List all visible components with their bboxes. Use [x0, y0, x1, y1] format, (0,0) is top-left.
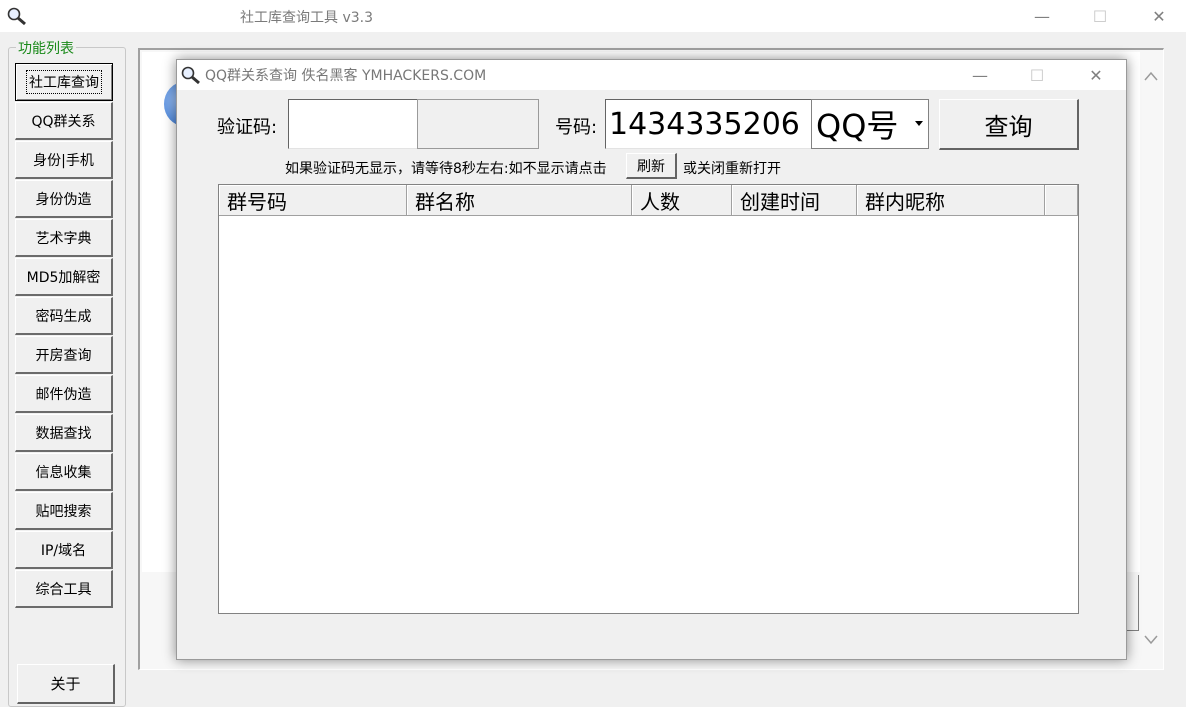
table-header: 群号码 群名称 人数 创建时间 群内昵称 [219, 185, 1078, 216]
dialog-close-button[interactable]: ✕ [1073, 60, 1119, 90]
sidebar-item-qq-group[interactable]: QQ群关系 [15, 102, 113, 140]
sidebar-item-ip-domain[interactable]: IP/域名 [15, 531, 113, 569]
column-header-filler [1045, 185, 1078, 215]
dialog-title: QQ群关系查询 佚名黑客 YMHACKERS.COM [205, 68, 487, 84]
sidebar-item-info-collect[interactable]: 信息收集 [15, 453, 113, 491]
number-input[interactable]: 1434335206 [605, 99, 812, 149]
captcha-input[interactable] [288, 99, 418, 149]
sidebar-item-data-search[interactable]: 数据查找 [15, 414, 113, 452]
column-header-group-name[interactable]: 群名称 [407, 185, 632, 215]
dialog-magnifier-icon [180, 65, 202, 85]
sidebar-item-label: 密码生成 [35, 308, 92, 325]
sidebar-item-label: 身份伪造 [35, 191, 92, 208]
sidebar-item-label: 贴吧搜索 [35, 503, 92, 520]
about-button[interactable]: 关于 [17, 664, 115, 704]
sidebar-item-label: 数据查找 [35, 425, 92, 442]
column-header-group-number[interactable]: 群号码 [219, 185, 407, 215]
main-window-title: 社工库查询工具 v3.3 [240, 10, 373, 26]
results-table[interactable] [218, 184, 1079, 614]
function-group-label: 功能列表 [16, 38, 76, 58]
sidebar-item-tieba-search[interactable]: 贴吧搜索 [15, 492, 113, 530]
dialog-maximize-button[interactable]: ☐ [1014, 60, 1060, 90]
sidebar-item-art-dict[interactable]: 艺术字典 [15, 219, 113, 257]
column-header-member-count[interactable]: 人数 [632, 185, 732, 215]
main-maximize-button[interactable]: ☐ [1077, 1, 1123, 31]
number-label: 号码: [555, 117, 598, 138]
scroll-up-icon[interactable] [1141, 66, 1161, 86]
chevron-down-icon[interactable] [910, 100, 928, 148]
captcha-label: 验证码: [217, 117, 278, 138]
sidebar-item-password-gen[interactable]: 密码生成 [15, 297, 113, 335]
sidebar-item-label: 身份|手机 [33, 152, 94, 169]
number-type-select[interactable]: QQ号 [811, 99, 929, 149]
sidebar-item-label: 综合工具 [35, 581, 92, 598]
panel-edge [1127, 575, 1139, 631]
sidebar-item-id-phone[interactable]: 身份|手机 [15, 141, 113, 179]
main-minimize-button[interactable]: — [1019, 1, 1065, 31]
column-header-group-nickname[interactable]: 群内昵称 [857, 185, 1045, 215]
sidebar-item-label: 信息收集 [35, 464, 92, 481]
sidebar-item-label: 邮件伪造 [35, 386, 92, 403]
dialog-minimize-button[interactable]: — [957, 60, 1003, 90]
sidebar-item-label: MD5加解密 [26, 269, 101, 286]
sidebar-item-label: 开房查询 [35, 347, 92, 364]
sidebar-item-id-forge[interactable]: 身份伪造 [15, 180, 113, 218]
scroll-down-icon[interactable] [1141, 630, 1161, 650]
query-button[interactable]: 查询 [939, 99, 1079, 150]
reopen-hint-text: 或关闭重新打开 [683, 161, 781, 177]
sidebar-item-label: IP/域名 [40, 542, 87, 559]
number-type-value: QQ号 [816, 107, 899, 145]
column-header-created-time[interactable]: 创建时间 [732, 185, 857, 215]
sidebar-item-sgk-query[interactable]: 社工库查询 [15, 63, 113, 101]
captcha-image [417, 99, 539, 149]
sidebar-item-md5[interactable]: MD5加解密 [15, 258, 113, 296]
sidebar-item-room-query[interactable]: 开房查询 [15, 336, 113, 374]
sidebar-item-label: QQ群关系 [31, 113, 96, 130]
captcha-hint-text: 如果验证码无显示，请等待8秒左右:如不显示请点击 [285, 161, 607, 177]
main-close-button[interactable]: ✕ [1136, 1, 1182, 31]
sidebar-item-mail-forge[interactable]: 邮件伪造 [15, 375, 113, 413]
main-title-bar [0, 0, 1186, 32]
app-magnifier-icon [6, 6, 28, 26]
sidebar-item-label: 社工库查询 [26, 70, 102, 94]
sidebar-item-label: 艺术字典 [35, 230, 92, 247]
refresh-button[interactable]: 刷新 [626, 153, 677, 179]
sidebar-item-misc-tools[interactable]: 综合工具 [15, 570, 113, 608]
